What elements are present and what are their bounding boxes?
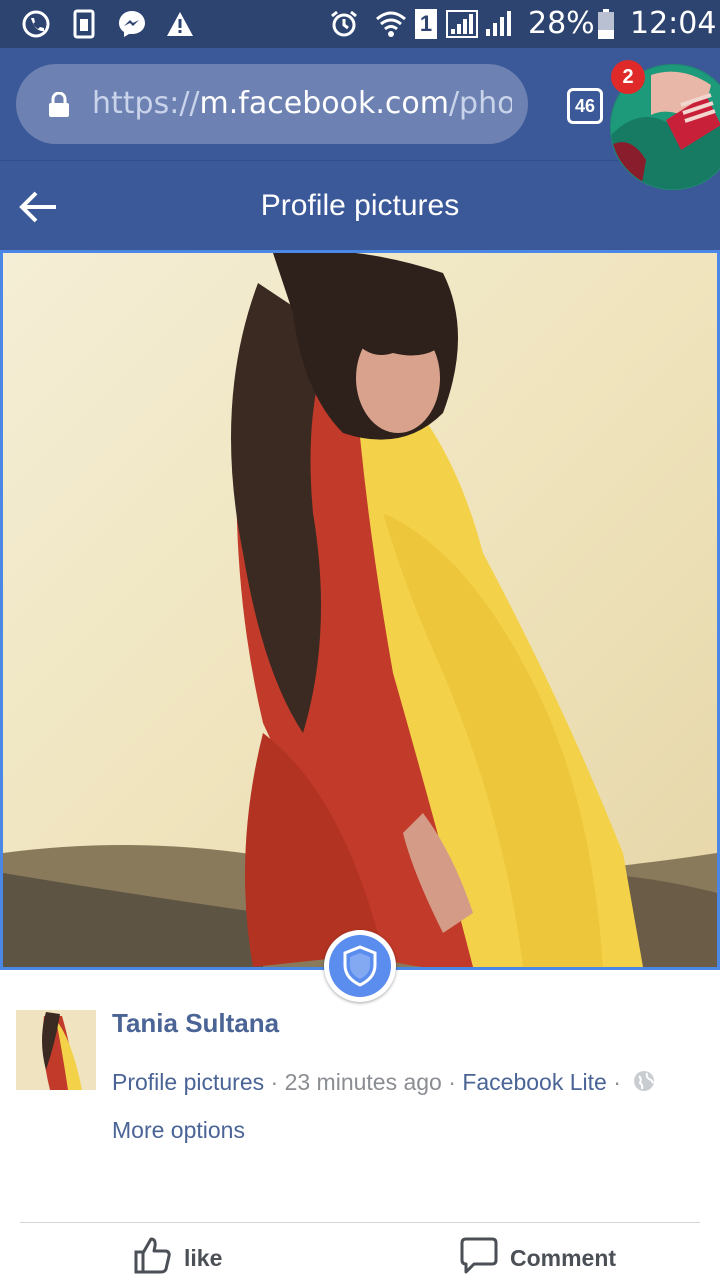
url-path: /photo — [448, 86, 512, 121]
notification-badge: 2 — [611, 60, 645, 94]
alarm-icon — [328, 8, 360, 40]
like-label: like — [184, 1244, 223, 1271]
warning-icon — [164, 8, 196, 40]
profile-guard-badge — [324, 930, 396, 1002]
comment-label: Comment — [510, 1244, 617, 1271]
address-bar[interactable]: https://m.facebook.com/photo — [16, 64, 528, 144]
lock-icon — [48, 91, 70, 123]
wifi-icon — [374, 8, 408, 40]
url-host: m.facebook.com — [199, 86, 449, 121]
divider — [20, 1222, 700, 1223]
shield-icon — [329, 935, 391, 997]
comment-button[interactable]: Comment — [460, 1236, 616, 1280]
author-thumbnail[interactable] — [16, 1010, 96, 1090]
whatsapp-icon — [20, 8, 52, 40]
post-time: 23 minutes ago — [284, 1069, 442, 1095]
url-text: https://m.facebook.com/photo — [92, 82, 512, 126]
profile-photo[interactable] — [0, 250, 720, 970]
sim-card-icon — [72, 8, 96, 40]
globe-icon — [633, 1066, 655, 1102]
tab-switcher-button[interactable]: 46 — [567, 88, 603, 124]
meta-separator: · — [448, 1069, 456, 1095]
messenger-icon — [116, 8, 148, 40]
signal-icon — [446, 8, 478, 40]
page-title: Profile pictures — [260, 189, 460, 222]
author-name[interactable]: Tania Sultana — [112, 1008, 279, 1039]
signal-icon — [484, 8, 514, 40]
url-scheme: https:// — [92, 86, 200, 121]
page-header: Profile pictures — [0, 160, 720, 251]
battery-icon — [596, 8, 616, 40]
sim-slot-label: 1 — [415, 9, 437, 39]
post-meta: Profile pictures · 23 minutes ago · Face… — [112, 1064, 655, 1100]
thumbs-up-icon — [134, 1236, 184, 1280]
meta-separator: · — [613, 1069, 621, 1095]
comment-icon — [460, 1236, 510, 1280]
battery-percent: 28% — [528, 6, 595, 41]
back-arrow-icon[interactable] — [18, 187, 62, 227]
clock: 12:04 — [630, 6, 717, 41]
more-options-link[interactable]: More options — [112, 1112, 245, 1148]
sim-1-icon: 1 — [414, 8, 438, 40]
meta-separator: · — [270, 1069, 279, 1095]
like-button[interactable]: like — [134, 1236, 222, 1280]
app-link[interactable]: Facebook Lite — [462, 1069, 606, 1095]
status-bar: 1 28% 12:04 — [0, 0, 720, 48]
album-link[interactable]: Profile pictures — [112, 1069, 264, 1095]
